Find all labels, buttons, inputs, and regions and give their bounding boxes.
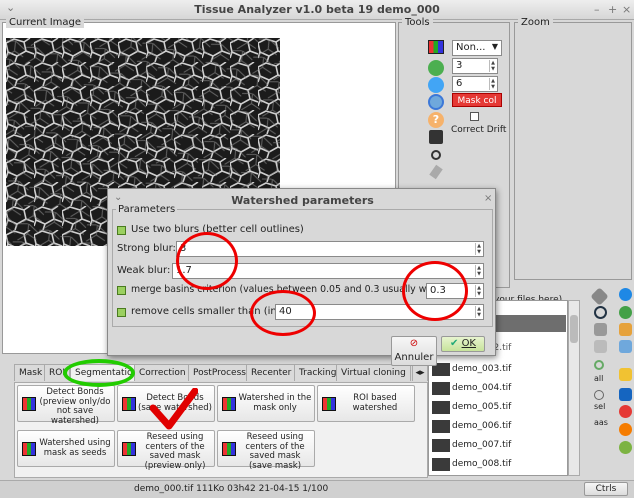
minimize-button[interactable]: – bbox=[594, 3, 600, 16]
watershed-in-mask-button[interactable]: Watershed in the mask only bbox=[217, 385, 315, 422]
radio-sel-icon[interactable] bbox=[594, 390, 604, 400]
annotation-ellipse-segmentation bbox=[63, 359, 135, 387]
annotation-checkmark bbox=[150, 388, 198, 430]
cancel-button[interactable]: ⊘ Annuler bbox=[391, 336, 437, 366]
file-thumbnail bbox=[432, 382, 450, 395]
tab-correction[interactable]: Correction bbox=[134, 364, 191, 381]
list-item[interactable]: demo_008.tif bbox=[430, 456, 566, 473]
tv-icon bbox=[122, 442, 136, 456]
file-thumbnail bbox=[432, 420, 450, 433]
current-image-label: Current Image bbox=[6, 17, 85, 28]
tab-postprocess[interactable]: PostProcess bbox=[188, 364, 251, 381]
channel-select[interactable]: Non... ▼ bbox=[452, 40, 502, 56]
aas-label: aas bbox=[594, 418, 608, 427]
file-thumbnail bbox=[432, 458, 450, 471]
reseed-preview-button[interactable]: Reseed using centers of the saved mask (… bbox=[117, 430, 215, 470]
weak-blur-label: Weak blur: bbox=[117, 265, 171, 276]
all-label: all bbox=[594, 374, 604, 383]
file-thumbnail bbox=[432, 401, 450, 414]
status-text: demo_000.tif 111Ko 03h42 21-04-15 1/100 bbox=[134, 484, 329, 494]
file-list-scrollbar[interactable] bbox=[568, 300, 580, 476]
list-item[interactable]: demo_006.tif bbox=[430, 418, 566, 435]
tab-scroll-arrows[interactable]: ◂▸ bbox=[412, 364, 428, 381]
tv-icon bbox=[122, 397, 136, 411]
tab-recenter[interactable]: Recenter bbox=[246, 364, 297, 381]
ok-check-icon: ✔ bbox=[449, 338, 459, 349]
save-icon[interactable] bbox=[429, 130, 443, 144]
two-blurs-checkbox[interactable] bbox=[117, 226, 126, 235]
merge-basins-checkbox[interactable] bbox=[117, 286, 126, 295]
tv-icon bbox=[322, 397, 336, 411]
annotation-circle-merge bbox=[402, 261, 468, 321]
help-blue-icon[interactable] bbox=[619, 288, 632, 301]
segmentation-panel: Detect Bonds (preview only/do not save w… bbox=[14, 382, 428, 478]
file-thumbnail bbox=[432, 439, 450, 452]
mask-col-button[interactable]: Mask col bbox=[452, 93, 502, 107]
document-icon[interactable] bbox=[594, 340, 607, 353]
page-icon[interactable] bbox=[594, 323, 607, 336]
blue-check-icon[interactable] bbox=[428, 77, 444, 93]
play-icon[interactable] bbox=[619, 441, 632, 454]
value-spinner-2[interactable]: 6 ▲ ▼ bbox=[452, 76, 498, 92]
maximize-button[interactable]: + bbox=[608, 3, 617, 16]
clipboard-icon[interactable] bbox=[619, 323, 632, 336]
scrollbar-thumb[interactable] bbox=[570, 315, 578, 343]
green-check-icon[interactable] bbox=[428, 60, 444, 76]
info-icon[interactable] bbox=[619, 306, 632, 319]
list-item[interactable]: demo_004.tif bbox=[430, 380, 566, 397]
record-icon[interactable] bbox=[619, 405, 632, 418]
parameters-label: Parameters bbox=[116, 204, 178, 215]
radio-all-icon[interactable] bbox=[594, 360, 604, 370]
zoom-label: Zoom bbox=[518, 17, 553, 28]
annotation-circle-remove bbox=[250, 290, 316, 336]
dialog-close-button[interactable]: × bbox=[484, 193, 492, 204]
roi-based-watershed-button[interactable]: ROI based watershed bbox=[317, 385, 415, 422]
folder-icon[interactable] bbox=[619, 368, 632, 381]
pipette-icon[interactable] bbox=[590, 287, 609, 306]
ok-button[interactable]: ✔ OK bbox=[441, 336, 485, 352]
refresh-icon[interactable] bbox=[428, 94, 444, 110]
tv-icon[interactable] bbox=[428, 40, 444, 54]
tv-icon bbox=[22, 397, 36, 411]
sel-label: sel bbox=[594, 402, 606, 411]
correct-drift-label: Correct Drift bbox=[451, 125, 507, 135]
watershed-mask-seeds-button[interactable]: Watershed using mask as seeds bbox=[17, 430, 115, 467]
detect-bonds-preview-button[interactable]: Detect Bonds (preview only/do not save w… bbox=[17, 385, 115, 425]
list-item[interactable]: demo_005.tif bbox=[430, 399, 566, 416]
stop-icon[interactable] bbox=[619, 423, 632, 436]
list-item[interactable]: demo_003.tif bbox=[430, 361, 566, 378]
tab-virtual-cloning[interactable]: Virtual cloning bbox=[336, 364, 411, 381]
tv-icon bbox=[222, 442, 236, 456]
radio-icon[interactable] bbox=[431, 150, 441, 160]
value-spinner-1[interactable]: 3 ▲ ▼ bbox=[452, 58, 498, 74]
tab-tracking[interactable]: Tracking bbox=[294, 364, 342, 381]
monitor-icon[interactable] bbox=[619, 388, 632, 401]
search-icon[interactable] bbox=[594, 306, 607, 319]
tools-label: Tools bbox=[402, 17, 433, 28]
ctrls-button[interactable]: Ctrls bbox=[584, 482, 628, 496]
tab-mask[interactable]: Mask bbox=[14, 364, 48, 381]
close-button[interactable]: × bbox=[622, 3, 631, 16]
cancel-icon: ⊘ bbox=[409, 338, 419, 349]
help-icon[interactable]: ? bbox=[428, 112, 444, 128]
keyboard-icon[interactable] bbox=[619, 340, 632, 353]
remove-small-cells-checkbox[interactable] bbox=[117, 308, 126, 317]
annotation-circle-blur bbox=[176, 232, 238, 290]
reseed-save-button[interactable]: Reseed using centers of the saved mask (… bbox=[217, 430, 315, 470]
tv-icon bbox=[222, 397, 236, 411]
strong-blur-label: Strong blur: bbox=[117, 243, 176, 254]
correct-drift-checkbox[interactable] bbox=[470, 112, 479, 121]
tv-icon bbox=[22, 442, 36, 456]
list-item[interactable]: demo_007.tif bbox=[430, 437, 566, 454]
window-title: Tissue Analyzer v1.0 beta 19 demo_000 bbox=[194, 3, 440, 16]
zoom-panel bbox=[514, 22, 632, 280]
